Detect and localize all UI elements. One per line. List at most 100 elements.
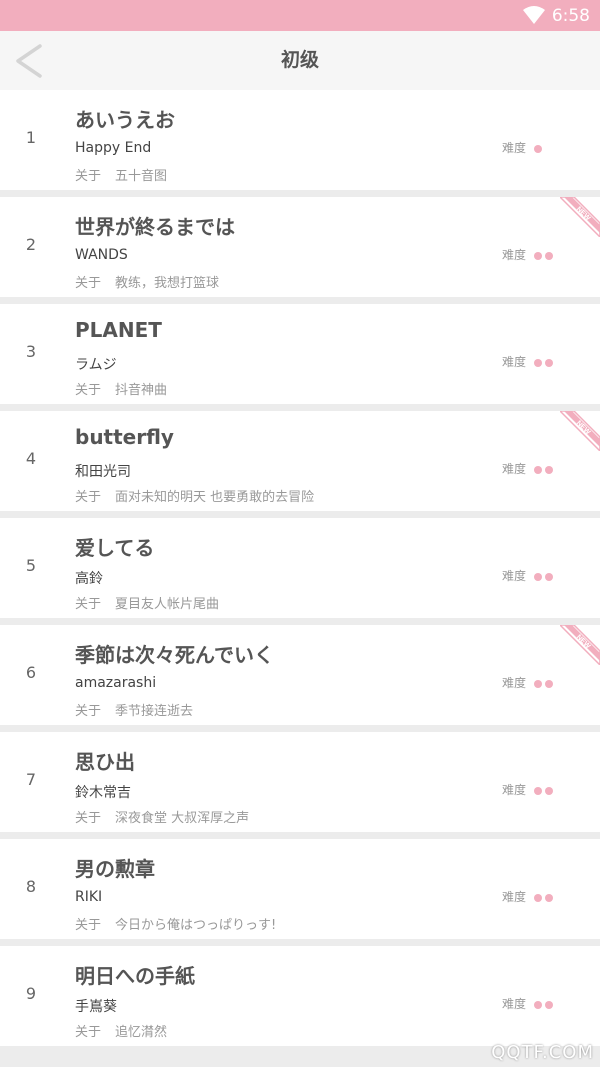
difficulty-label: 难度 (502, 676, 527, 690)
song-artist: Happy End (75, 140, 152, 156)
song-row[interactable]: 2 世界が終るまでは WANDS 关于 教练，我想打篮球 难度 NEW (0, 197, 600, 297)
song-index: 2 (25, 235, 37, 254)
difficulty: 难度 (502, 460, 556, 477)
page-title: 初级 (280, 49, 319, 71)
song-artist: 鈴木常吉 (75, 785, 131, 801)
song-about: 关于 季节接连逝去 (75, 700, 193, 719)
about-label: 关于 (75, 811, 102, 826)
about-text: 季节接连逝去 (115, 704, 194, 719)
song-row[interactable]: 4 butterfly 和田光司关于 面对未知的明天 也要勇敢的去冒险 难度 NEW (0, 411, 600, 511)
difficulty: 难度 (502, 353, 556, 370)
song-about: 关于 面对未知的明天 也要勇敢的去冒险 (75, 486, 314, 505)
about-text: 教练，我想打篮球 (115, 276, 220, 291)
about-label: 关于 (75, 383, 102, 398)
song-index: 8 (25, 877, 37, 896)
song-row[interactable]: 7 思ひ出 鈴木常吉 关于 深夜食堂 大叔浑厚之声 难度 (0, 732, 600, 832)
new-badge-icon: NEW (560, 625, 600, 665)
about-label: 关于 (75, 1025, 102, 1040)
about-text: 今日から俺はつっぱりっす! (115, 918, 277, 933)
difficulty: 难度 (502, 139, 545, 156)
status-time: 6:58 (551, 6, 590, 26)
difficulty: 难度 (502, 246, 556, 263)
song-artist: 高鈴 (75, 571, 103, 587)
difficulty-label: 难度 (502, 355, 527, 369)
song-about: 关于 夏目友人帐片尾曲 (75, 593, 219, 612)
song-about: 关于 追忆潸然 (75, 1021, 167, 1040)
song-title: PLANET (75, 318, 162, 342)
song-row[interactable]: 6 季節は次々死んでいく amazarashi 关于 季节接连逝去 难度 NEW (0, 625, 600, 725)
difficulty: 难度 (502, 888, 556, 905)
song-title: 男の勲章 (75, 857, 155, 881)
song-index: 5 (25, 556, 37, 575)
song-about: 关于 五十音图 (75, 165, 167, 184)
song-index: 7 (25, 770, 37, 789)
song-row[interactable]: 3 PLANET ラムジ关于 抖音神曲 难度 (0, 304, 600, 404)
about-label: 关于 (75, 169, 102, 184)
difficulty-dot (545, 572, 554, 581)
difficulty-dot (534, 786, 543, 795)
about-label: 关于 (75, 918, 102, 933)
header: 初级 (0, 31, 600, 90)
song-title: 世界が終るまでは (75, 215, 235, 239)
song-index: 9 (25, 984, 37, 1003)
difficulty-dot (534, 1000, 543, 1009)
difficulty: 难度 (502, 995, 556, 1012)
new-badge-icon: NEW (560, 197, 600, 237)
song-about: 关于 抖音神曲 (75, 379, 167, 398)
wifi-icon (523, 6, 545, 24)
song-about: 关于 教练，我想打篮球 (75, 272, 219, 291)
difficulty-label: 难度 (502, 997, 527, 1011)
about-text: 面对未知的明天 也要勇敢的去冒险 (115, 490, 315, 505)
song-row[interactable]: 9 明日への手紙手嶌葵关于 追忆潸然 难度 (0, 946, 600, 1046)
about-label: 关于 (75, 490, 102, 505)
difficulty-dot (534, 358, 543, 367)
difficulty-dot (545, 358, 554, 367)
difficulty: 难度 (502, 781, 556, 798)
song-title: butterfly (75, 425, 174, 449)
song-title: 季節は次々死んでいく (75, 643, 274, 667)
difficulty-label: 难度 (502, 141, 527, 155)
song-title: 爱してる (75, 536, 155, 560)
song-index: 1 (25, 128, 37, 147)
difficulty-dot (545, 465, 554, 474)
song-row[interactable]: 8 男の勲章 RIKI 关于 今日から俺はつっぱりっす! 难度 (0, 839, 600, 939)
song-row[interactable]: 5 爱してる高鈴关于 夏目友人帐片尾曲 难度 (0, 518, 600, 618)
difficulty-dot (534, 572, 543, 581)
song-artist: 手嶌葵 (75, 999, 117, 1015)
difficulty-dot (534, 144, 543, 153)
song-artist: ラムジ (75, 357, 117, 373)
difficulty-dots (534, 676, 556, 690)
watermark: QQTF.COM (491, 1042, 594, 1063)
song-title: 明日への手紙 (75, 964, 195, 988)
song-list: 1 あいうえお Happy End 关于 五十音图 难度 2 世界が終るまでは WANDS 关于教… (0, 90, 600, 1053)
difficulty-dot (545, 251, 554, 260)
difficulty-dots (534, 569, 556, 583)
song-about: 关于 深夜食堂 大叔浑厚之声 (75, 807, 249, 826)
about-label: 关于 (75, 276, 102, 291)
about-label: 关于 (75, 597, 102, 612)
difficulty-dots (534, 783, 556, 797)
difficulty-dots (534, 248, 556, 262)
difficulty-label: 难度 (502, 462, 527, 476)
song-artist: 和田光司 (75, 464, 131, 480)
difficulty: 难度 (502, 567, 556, 584)
about-label: 关于 (75, 704, 102, 719)
difficulty-dots (534, 141, 545, 155)
song-index: 6 (25, 663, 37, 682)
song-title: あいうえお (75, 108, 175, 132)
new-badge-icon: NEW (560, 411, 600, 451)
difficulty-label: 难度 (502, 248, 527, 262)
difficulty-dot (534, 893, 543, 902)
song-index: 3 (25, 342, 37, 361)
difficulty-dot (534, 251, 543, 260)
song-index: 4 (25, 449, 37, 468)
difficulty-dot (534, 679, 543, 688)
song-artist: WANDS (75, 247, 128, 263)
about-text: 深夜食堂 大叔浑厚之声 (115, 811, 250, 826)
difficulty-dot (534, 465, 543, 474)
song-row[interactable]: 1 あいうえお Happy End 关于 五十音图 难度 (0, 90, 600, 190)
difficulty-dot (545, 893, 554, 902)
status-bar: 6:58 (0, 0, 600, 31)
difficulty-dots (534, 462, 556, 476)
about-text: 五十音图 (115, 169, 168, 184)
